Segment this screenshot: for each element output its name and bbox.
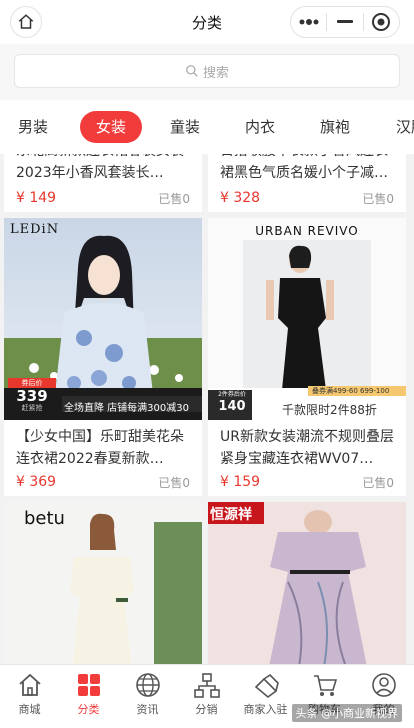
product-card[interactable]: 东北高新款连衣裙春装女装2023年小香风套装长… ¥ 149 已售0 — [4, 154, 202, 212]
search-icon — [186, 65, 198, 77]
product-price: ¥ 369 — [16, 474, 57, 490]
product-image: betu — [4, 502, 202, 664]
top-bar: 分类 — [0, 0, 414, 44]
brand-logo: betu — [24, 508, 65, 529]
tab-kidswear[interactable]: 童装 — [170, 111, 200, 143]
product-card[interactable]: betu — [4, 502, 202, 664]
product-grid: 东北高新款连衣裙春装女装2023年小香风套装长… ¥ 149 已售0 百搭收腰中… — [0, 154, 414, 664]
coupon-sub: 赶紧抢 — [21, 404, 43, 412]
tabbar-label: 分销 — [195, 703, 218, 716]
minimize-button[interactable] — [327, 7, 362, 37]
product-price: ¥ 149 — [16, 190, 57, 206]
network-icon — [193, 673, 220, 698]
search-input[interactable]: 搜索 — [14, 54, 400, 88]
promo-banner: 全场直降 店铺每满300减30 — [64, 403, 189, 414]
tab-menswear[interactable]: 男装 — [18, 111, 48, 143]
coupon-label: 2件券后价 — [218, 391, 246, 398]
brand-logo: 恒源祥 — [210, 507, 252, 523]
product-name: UR新款女装潮流不规则叠层紧身宝藏连衣裙WV07… — [220, 429, 394, 467]
sold-count: 已售0 — [158, 476, 190, 490]
home-icon — [18, 673, 41, 696]
cart-icon — [313, 675, 337, 696]
tabbar-label: 商家入驻 — [243, 703, 288, 716]
tabbar-label: 分类 — [77, 703, 100, 716]
watermark: 头条 @小商业新视界 — [291, 704, 402, 722]
category-tabs: 男装 女装 童装 内衣 旗袍 汉服 — [0, 100, 414, 154]
tab-underwear[interactable]: 内衣 — [245, 111, 275, 143]
sold-count: 已售0 — [362, 192, 394, 206]
user-icon — [371, 673, 396, 697]
category-icon — [77, 674, 100, 696]
bottom-tab-bar: 商城 分类 资讯 分销 商家入驻 购物车 我的 头条 @小商业新视界 — [0, 664, 414, 728]
tab-qipao[interactable]: 旗袍 — [320, 111, 350, 143]
product-card[interactable]: LEDiN 券后价 339 赶紧抢 全场直降 店铺每满300减30 【少女中国】… — [4, 218, 202, 496]
tabbar-item-category[interactable]: 分类 — [59, 671, 118, 717]
more-button[interactable] — [291, 7, 326, 37]
store-icon — [254, 673, 279, 699]
product-card[interactable]: 恒源祥 — [208, 502, 406, 664]
sold-count: 已售0 — [158, 192, 190, 206]
brand-logo: LEDiN — [10, 222, 60, 237]
search-placeholder: 搜索 — [202, 65, 229, 81]
product-price: ¥ 328 — [220, 190, 261, 206]
globe-icon — [135, 673, 160, 697]
brand-logo: URBAN REVIVO — [255, 224, 359, 238]
product-image: 恒源祥 — [208, 502, 406, 664]
mini-program-capsule — [290, 6, 400, 38]
tabbar-item-news[interactable]: 资讯 — [118, 671, 177, 717]
close-button[interactable] — [364, 7, 399, 37]
promo-top: 叠券满499-60 699-100 — [312, 387, 390, 395]
tabbar-item-merchant[interactable]: 商家入驻 — [236, 671, 295, 717]
tabbar-label: 商城 — [18, 703, 41, 716]
product-image: LEDiN 券后价 339 赶紧抢 全场直降 店铺每满300减30 — [4, 218, 202, 420]
tab-womenswear[interactable]: 女装 — [80, 111, 143, 143]
tabbar-item-mall[interactable]: 商城 — [0, 671, 59, 717]
coupon-badge: 2件券后价 140 — [212, 390, 252, 420]
coupon-badge: 券后价 339 赶紧抢 — [8, 378, 56, 416]
coupon-price: 339 — [16, 387, 48, 405]
product-card[interactable]: URBAN REVIVO 2件券后价 140 叠券满499-60 699-100… — [208, 218, 406, 496]
product-image: URBAN REVIVO 2件券后价 140 叠券满499-60 699-100… — [208, 218, 406, 420]
coupon-price: 140 — [218, 399, 246, 414]
tabbar-item-distribution[interactable]: 分销 — [177, 671, 236, 717]
tab-hanfu[interactable]: 汉服 — [396, 111, 414, 143]
product-card[interactable]: 百搭收腰中长款小香风连衣裙黑色气质名媛小个子减… ¥ 328 已售0 — [208, 154, 406, 212]
product-name: 【少女中国】乐町甜美花朵连衣裙2022春夏新款… — [16, 429, 184, 467]
target-icon — [372, 13, 391, 31]
sold-count: 已售0 — [362, 476, 394, 490]
promo-banner: 千款限时2件88折 — [282, 403, 377, 417]
tabbar-label: 资讯 — [136, 703, 159, 716]
more-dots-icon — [299, 19, 319, 25]
search-area: 搜索 — [0, 44, 414, 100]
product-name: 东北高新款连衣裙春装女装2023年小香风套装长… — [16, 154, 184, 181]
product-name: 百搭收腰中长款小香风连衣裙黑色气质名媛小个子减… — [220, 154, 388, 181]
product-price: ¥ 159 — [220, 474, 261, 490]
minus-icon — [336, 20, 353, 23]
